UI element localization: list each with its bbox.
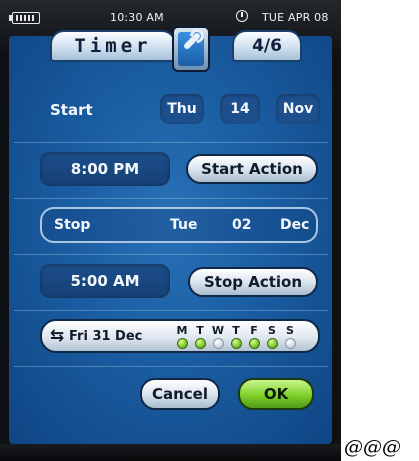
start-label: Start bbox=[50, 101, 93, 119]
status-time: 10:30 AM bbox=[110, 11, 164, 24]
weekday-letter: S bbox=[268, 324, 276, 337]
divider bbox=[14, 310, 328, 311]
repeat-schedule-bar[interactable]: ⇆ Fri 31 Dec M T W T F S S bbox=[40, 319, 320, 353]
start-action-button[interactable]: Start Action bbox=[186, 154, 318, 184]
weekday-letter: T bbox=[196, 324, 204, 337]
start-date[interactable]: 14 bbox=[220, 94, 260, 124]
weekday-letter: T bbox=[232, 324, 240, 337]
cancel-button[interactable]: Cancel bbox=[140, 378, 220, 410]
ok-button[interactable]: OK bbox=[238, 378, 314, 410]
page-indicator[interactable]: 4/6 bbox=[232, 30, 302, 62]
weekday-letter: W bbox=[211, 324, 225, 337]
start-day[interactable]: Thu bbox=[160, 94, 204, 124]
weekday-toggle[interactable] bbox=[249, 338, 260, 349]
stop-label: Stop bbox=[54, 217, 91, 233]
weekday-toggle[interactable] bbox=[177, 338, 188, 349]
status-date: TUE APR 08 bbox=[262, 11, 329, 24]
page-title: Timer bbox=[50, 30, 176, 62]
divider bbox=[14, 366, 328, 367]
stop-time-field[interactable]: 5:00 AM bbox=[40, 264, 170, 298]
weekday-letter: M bbox=[176, 324, 188, 337]
stop-action-button[interactable]: Stop Action bbox=[188, 267, 318, 297]
trailing-text: @@@ bbox=[344, 436, 401, 458]
weekday-toggle[interactable] bbox=[267, 338, 278, 349]
weekday-toggle[interactable] bbox=[231, 338, 242, 349]
wrench-icon[interactable] bbox=[172, 26, 210, 72]
weekday-toggle[interactable] bbox=[285, 338, 296, 349]
stop-row[interactable]: Stop Tue 02 Dec bbox=[40, 207, 318, 243]
clock-icon bbox=[236, 10, 248, 22]
start-month[interactable]: Nov bbox=[276, 94, 320, 124]
weekday-letter: F bbox=[250, 324, 258, 337]
start-time-field[interactable]: 8:00 PM bbox=[40, 152, 170, 186]
divider bbox=[14, 254, 328, 255]
battery-icon bbox=[9, 12, 40, 24]
weekday-toggle[interactable] bbox=[213, 338, 224, 349]
repeat-date: Fri 31 Dec bbox=[69, 329, 143, 344]
stop-month: Dec bbox=[280, 217, 310, 233]
divider bbox=[14, 198, 328, 199]
weekday-toggle[interactable] bbox=[195, 338, 206, 349]
weekday-letter: S bbox=[286, 324, 294, 337]
repeat-icon: ⇆ bbox=[49, 326, 65, 346]
stop-day: Tue bbox=[170, 217, 198, 233]
divider bbox=[14, 142, 328, 143]
stop-date: 02 bbox=[232, 217, 252, 233]
device-frame: 10:30 AM TUE APR 08 Timer 4/6 Start Thu … bbox=[0, 0, 341, 461]
bottom-bezel bbox=[0, 444, 341, 461]
